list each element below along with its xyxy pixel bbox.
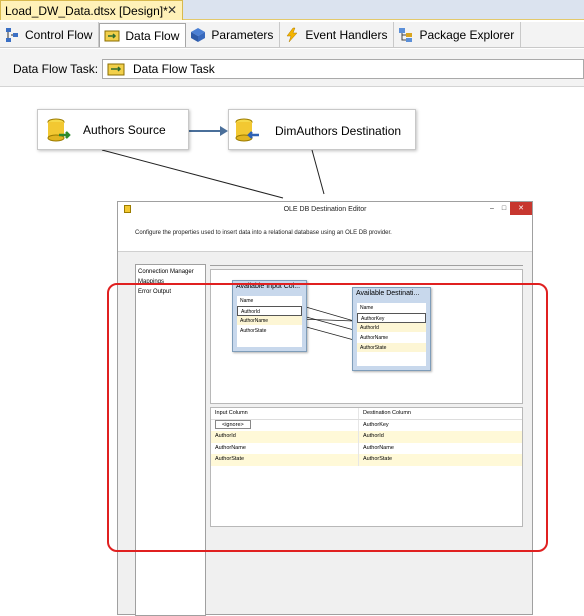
designer-tabs: Control Flow Data Flow Parameters Event …: [0, 22, 584, 48]
panel-separator: [210, 265, 523, 266]
tab-label: Data Flow: [125, 28, 180, 43]
document-tab-bar: Load_DW_Data.dtsx [Design]* ✕: [0, 0, 584, 20]
tab-package-explorer[interactable]: Package Explorer: [394, 22, 522, 47]
data-flow-icon: [104, 28, 120, 44]
editor-icon: [124, 205, 131, 213]
document-tab[interactable]: Load_DW_Data.dtsx [Design]* ✕: [0, 0, 183, 20]
maximize-icon[interactable]: □: [498, 202, 510, 215]
source-database-icon: [47, 118, 71, 142]
editor-description: Configure the properties used to insert …: [118, 217, 532, 252]
tab-event-handlers[interactable]: Event Handlers: [280, 22, 395, 47]
data-flow-task-icon: [107, 61, 127, 77]
task-selector-value: Data Flow Task: [133, 62, 215, 76]
tab-label: Package Explorer: [419, 27, 515, 42]
task-selector-row: Data Flow Task: Data Flow Task: [0, 49, 584, 87]
tab-label: Control Flow: [25, 27, 93, 42]
editor-title-bar: OLE DB Destination Editor – □ ✕: [118, 202, 532, 217]
document-tab-title: Load_DW_Data.dtsx [Design]*: [5, 3, 168, 18]
close-icon[interactable]: ✕: [167, 3, 177, 17]
parameters-icon: [190, 27, 206, 43]
close-window-icon[interactable]: ✕: [510, 202, 532, 215]
package-explorer-icon: [398, 27, 414, 43]
nav-item-connection-manager[interactable]: Connection Manager: [138, 267, 203, 277]
tab-label: Event Handlers: [305, 27, 388, 42]
tab-data-flow[interactable]: Data Flow: [99, 23, 187, 47]
tab-label: Parameters: [211, 27, 274, 42]
dimauthors-destination-component[interactable]: DimAuthors Destination: [228, 109, 416, 150]
destination-component-label: DimAuthors Destination: [275, 124, 402, 138]
destination-database-icon: [235, 118, 259, 142]
source-component-label: Authors Source: [83, 123, 166, 137]
minimize-icon[interactable]: –: [486, 202, 498, 215]
window-controls: – □ ✕: [486, 202, 532, 217]
tab-parameters[interactable]: Parameters: [186, 22, 281, 47]
task-selector-combo[interactable]: Data Flow Task: [102, 59, 584, 79]
task-selector-label: Data Flow Task:: [13, 62, 99, 76]
authors-source-component[interactable]: Authors Source: [37, 109, 189, 150]
lightning-icon: [284, 27, 300, 43]
editor-title: OLE DB Destination Editor: [283, 206, 367, 213]
red-highlight-outline: [107, 283, 548, 552]
control-flow-icon: [4, 27, 20, 43]
tab-control-flow[interactable]: Control Flow: [0, 22, 100, 47]
design-canvas[interactable]: Authors Source DimAuthors Destination OL…: [0, 88, 584, 616]
